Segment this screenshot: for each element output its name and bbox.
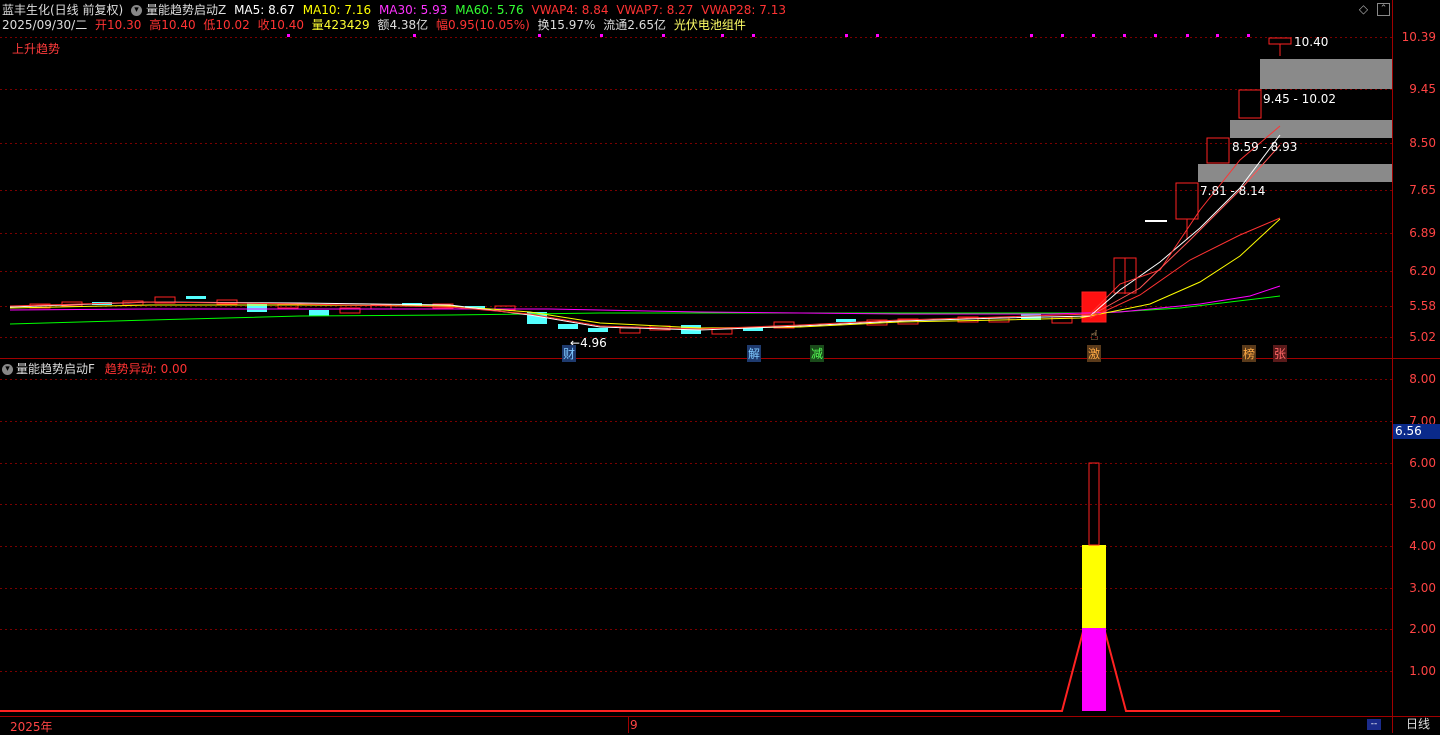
event-tag-unlock[interactable]: 解 bbox=[747, 345, 762, 362]
sub-tick: 1.00 bbox=[1409, 664, 1436, 678]
event-tag-text: 激 bbox=[1088, 347, 1101, 361]
sub-panel-header: ▾ 量能趋势启动F 趋势异动: 0.00 bbox=[2, 361, 187, 377]
event-tag-text: 张 bbox=[1274, 347, 1287, 361]
event-tag-limit-up[interactable]: 张 bbox=[1273, 345, 1288, 362]
dropdown-icon[interactable]: ▾ bbox=[2, 364, 13, 375]
event-tag-text: 减 bbox=[811, 347, 824, 361]
event-tag-text: 榜 bbox=[1243, 347, 1256, 361]
sub-tick: 8.00 bbox=[1409, 372, 1436, 386]
main-grid bbox=[0, 37, 1392, 338]
year-label: 2025年 bbox=[10, 720, 53, 734]
sub-tick: 6.00 bbox=[1409, 456, 1436, 470]
sub-indicator-name[interactable]: 量能趋势启动F bbox=[16, 362, 95, 376]
signal-label: 趋势异动: 0.00 bbox=[104, 362, 188, 376]
event-tag-incentive[interactable]: 激 bbox=[1087, 345, 1102, 362]
sub-tick: 3.00 bbox=[1409, 581, 1436, 595]
signal-bars bbox=[0, 462, 1280, 712]
price-tick: 5.58 bbox=[1409, 299, 1436, 313]
hand-cursor-icon: ☝ bbox=[1090, 328, 1099, 344]
event-tag-ranking[interactable]: 榜 bbox=[1242, 345, 1257, 362]
price-tick: 10.39 bbox=[1401, 30, 1436, 44]
resistance-zones bbox=[1198, 59, 1392, 182]
scroll-indicator[interactable]: -- bbox=[1367, 719, 1381, 730]
current-value-box: 6.56 bbox=[1393, 424, 1440, 439]
low-marker-value: 4.96 bbox=[580, 336, 607, 350]
zone-label-2: 8.59 - 8.93 bbox=[1232, 140, 1298, 154]
price-tick: 8.50 bbox=[1409, 136, 1436, 150]
tab-daily[interactable]: 日线 bbox=[1396, 716, 1440, 733]
price-tick: 9.45 bbox=[1409, 82, 1436, 96]
event-tag-text: 解 bbox=[748, 347, 761, 361]
event-tag-text: 财 bbox=[563, 347, 576, 361]
panel-frames bbox=[0, 0, 1440, 733]
price-tick: 7.65 bbox=[1409, 183, 1436, 197]
sub-tick: 5.00 bbox=[1409, 497, 1436, 511]
price-chart[interactable] bbox=[0, 0, 1440, 733]
signal-dots bbox=[287, 34, 1250, 37]
sub-tick: 2.00 bbox=[1409, 622, 1436, 636]
zone-label-3: 7.81 - 8.14 bbox=[1200, 184, 1266, 198]
zone-label-1: 9.45 - 10.02 bbox=[1263, 92, 1337, 106]
price-tick: 6.20 bbox=[1409, 264, 1436, 278]
high-marker: 10.40 bbox=[1294, 35, 1329, 49]
event-tag-reduce[interactable]: 减 bbox=[810, 345, 825, 362]
month-label: 9 bbox=[630, 718, 638, 732]
price-tick: 5.02 bbox=[1409, 330, 1436, 344]
sub-tick: 4.00 bbox=[1409, 539, 1436, 553]
price-tick: 6.89 bbox=[1409, 226, 1436, 240]
sub-grid bbox=[0, 379, 1392, 672]
event-tag-finance[interactable]: 财 bbox=[562, 345, 577, 362]
